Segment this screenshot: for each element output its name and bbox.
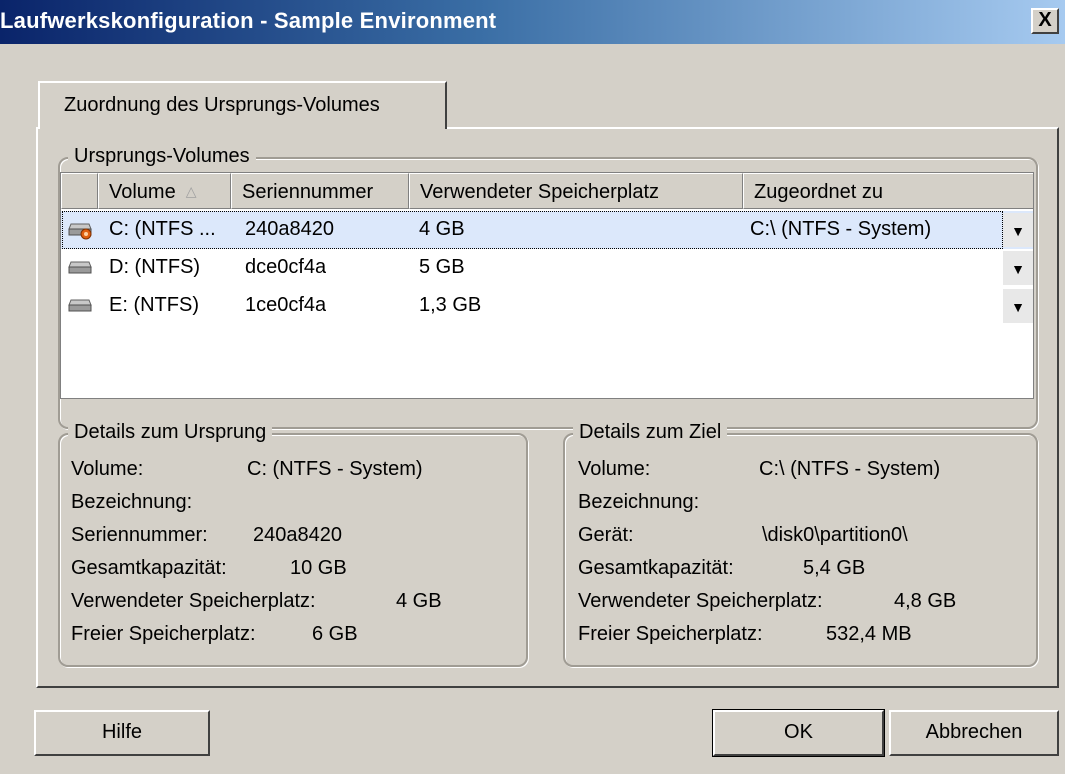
sort-ascending-icon: △ [185,183,197,199]
window-title: Laufwerkskonfiguration - Sample Environm… [0,8,497,33]
target-capacity-label: Gesamtkapazität: [578,557,734,579]
mapping-dropdown-button[interactable]: ▼ [1003,289,1033,323]
column-header-mapped-to[interactable]: Zugeordnet zu [743,173,1033,209]
disk-icon [68,261,92,274]
cell-serial: 1ce0cf4a [245,294,327,316]
mapping-dropdown-button[interactable]: ▼ [1003,251,1033,285]
source-capacity-value: 10 GB [290,557,347,579]
target-volume-value: C:\ (NTFS - System) [759,458,941,480]
target-details-legend: Details zum Ziel [573,421,728,444]
ok-button[interactable]: OK [712,709,885,757]
column-header-serial[interactable]: Seriennummer [231,173,409,209]
cell-serial: 240a8420 [245,218,334,240]
source-used-label: Verwendeter Speicherplatz: [71,590,316,612]
source-free-value: 6 GB [312,623,358,645]
volumes-grid: Volume △ Seriennummer Verwendeter Speiche… [60,172,1034,399]
column-header-volume-label: Volume [109,181,176,203]
target-device-value: \disk0\partition0\ [762,524,908,546]
source-volume-label: Volume: [71,458,144,480]
target-capacity-value: 5,4 GB [803,557,866,579]
cell-volume: E: (NTFS) [109,294,199,316]
grid-header: Volume △ Seriennummer Verwendeter Speiche… [61,173,1033,209]
column-header-volume[interactable]: Volume △ [98,173,231,209]
source-details-legend: Details zum Ursprung [68,421,273,444]
source-volumes-legend: Ursprungs-Volumes [68,145,256,168]
target-free-value: 532,4 MB [826,623,912,645]
cell-mapped: C:\ (NTFS - System) [750,218,932,240]
source-used-value: 4 GB [396,590,442,612]
source-serial-label: Seriennummer: [71,524,208,546]
cell-serial: dce0cf4a [245,256,327,278]
title-bar: Laufwerkskonfiguration - Sample Environm… [0,0,1065,44]
target-used-value: 4,8 GB [894,590,957,612]
cell-volume: C: (NTFS ... [109,218,216,240]
source-free-label: Freier Speicherplatz: [71,623,256,645]
source-capacity-label: Gesamtkapazität: [71,557,227,579]
system-disk-icon [68,223,92,240]
source-label-label: Bezeichnung: [71,491,193,513]
target-used-label: Verwendeter Speicherplatz: [578,590,823,612]
cell-volume: D: (NTFS) [109,256,201,278]
tab-label: Zuordnung des Ursprungs-Volumes [64,94,380,116]
cell-used: 4 GB [419,218,465,240]
target-label-label: Bezeichnung: [578,491,700,513]
target-volume-label: Volume: [578,458,651,480]
table-row-c[interactable]: C: (NTFS ... 240a8420 4 GB C:\ (NTFS - S… [61,211,1033,249]
mapping-dropdown-button[interactable]: ▼ [1003,213,1033,247]
column-header-used-space[interactable]: Verwendeter Speicherplatz [409,173,743,209]
cell-used: 1,3 GB [419,294,482,316]
cancel-button[interactable]: Abbrechen [889,710,1059,756]
target-free-label: Freier Speicherplatz: [578,623,763,645]
table-row-e[interactable]: E: (NTFS) 1ce0cf4a 1,3 GB ▼ [61,287,1033,325]
disk-icon [68,299,92,312]
header-icon-column [61,173,98,209]
source-serial-value: 240a8420 [253,524,342,546]
table-row-d[interactable]: D: (NTFS) dce0cf4a 5 GB ▼ [61,249,1033,287]
source-volume-value: C: (NTFS - System) [247,458,423,480]
cell-used: 5 GB [419,256,465,278]
close-button[interactable]: X [1031,8,1059,34]
target-device-label: Gerät: [578,524,634,546]
tab-zuordnung[interactable]: Zuordnung des Ursprungs-Volumes [38,81,447,129]
help-button[interactable]: Hilfe [34,710,210,756]
